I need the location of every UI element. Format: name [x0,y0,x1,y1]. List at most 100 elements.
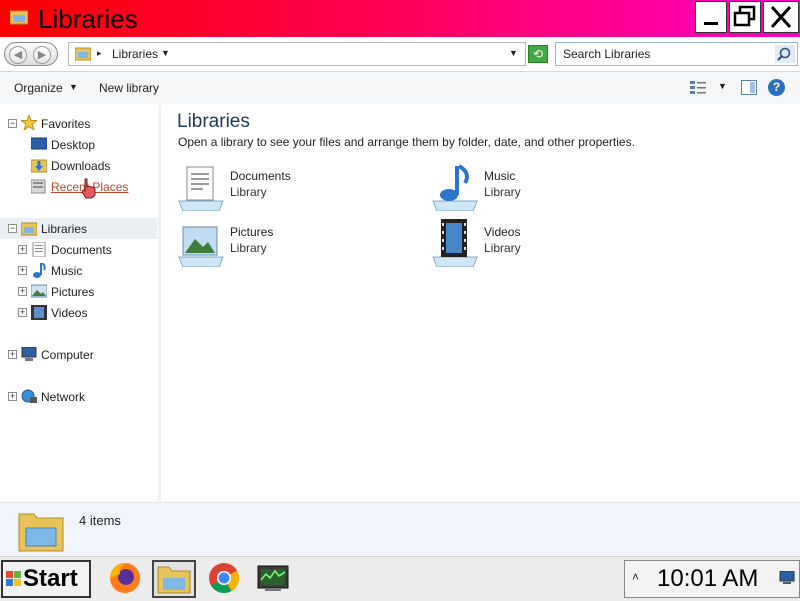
library-name: Pictures [230,225,274,239]
nav-network[interactable]: Network [41,390,85,404]
file-explorer-icon [157,566,191,594]
command-bar: Organize ▼ New library ▼ ? [0,72,800,104]
start-label: Start [23,565,78,592]
nav-item-pictures[interactable]: Pictures [51,285,94,299]
pictures-icon [31,284,47,298]
taskbar-task-manager[interactable] [253,560,297,598]
desktop-icon [31,137,47,150]
taskbar-firefox[interactable] [104,560,148,598]
breadcrumb-chevron-down-icon[interactable]: ▼ [161,48,170,58]
nav-item-documents[interactable]: Documents [51,243,112,257]
taskbar: Start ˄ 10:01 AM [0,556,800,601]
expand-network-toggle[interactable]: + [8,392,17,401]
pictures-library-icon [178,226,224,267]
library-name: Videos [484,225,521,239]
nav-item-desktop[interactable]: Desktop [51,138,95,152]
window-title: Libraries [38,4,138,34]
chrome-icon [209,563,240,594]
details-pane: 4 items [0,502,800,557]
expand-music-toggle[interactable]: + [18,266,27,275]
library-type: Library [230,185,267,199]
restore-button[interactable] [729,1,761,33]
search-input[interactable]: Search Libraries [555,42,798,66]
recent-places-icon [31,179,46,194]
system-tray: ˄ 10:01 AM [624,560,800,598]
back-button[interactable]: ◀ [9,46,27,64]
nav-item-music[interactable]: Music [51,264,82,278]
close-button[interactable] [763,1,799,33]
library-type: Library [230,241,267,255]
music-library-icon [432,164,478,211]
clock[interactable]: 10:01 AM [657,565,758,593]
library-tile-music[interactable]: Music Library [431,163,671,213]
search-icon[interactable] [775,45,795,63]
refresh-icon: ⟲ [532,47,544,61]
navigation-pane: − Favorites Desktop Downloads Recent Pla… [0,105,161,501]
library-name: Music [484,169,516,183]
expand-documents-toggle[interactable]: + [18,245,27,254]
address-history-chevron-down-icon[interactable]: ▼ [509,48,518,58]
breadcrumb-libraries[interactable]: Libraries [112,47,158,61]
library-name: Documents [230,169,291,183]
nav-computer[interactable]: Computer [41,348,94,362]
restore-icon [733,5,756,27]
navigation-buttons: ◀ ▶ [4,42,58,66]
network-status-icon[interactable] [778,571,796,585]
network-icon [21,389,37,403]
hand-pointer-cursor-icon [81,178,96,199]
address-bar-row: ◀ ▶ ▸ Libraries ▼ ▼ ⟲ Search Libraries [0,37,800,72]
organize-button[interactable]: Organize [14,81,63,95]
windows-logo-icon [6,571,21,586]
taskbar-file-explorer[interactable] [152,560,196,598]
view-options-chevron-down-icon[interactable]: ▼ [718,81,727,91]
help-icon[interactable]: ? [768,79,785,96]
library-type: Library [484,185,521,199]
documents-icon [32,242,46,257]
library-tile-videos[interactable]: Videos Library [431,219,671,269]
task-manager-icon [257,565,289,591]
new-library-button[interactable]: New library [99,81,159,95]
title-bar: Libraries [0,0,800,37]
item-count: 4 items [79,513,121,528]
libraries-folder-icon [21,222,37,236]
libraries-folder-icon [75,47,91,61]
search-placeholder: Search Libraries [563,47,651,61]
computer-icon [21,347,37,361]
close-icon [770,5,792,29]
expand-videos-toggle[interactable]: + [18,308,27,317]
organize-chevron-down-icon[interactable]: ▼ [69,82,78,92]
library-tile-pictures[interactable]: Pictures Library [177,219,417,269]
music-icon [33,263,46,278]
documents-library-icon [178,166,224,211]
nav-favorites[interactable]: Favorites [41,117,90,131]
library-type: Library [484,241,521,255]
change-view-icon[interactable] [690,81,706,95]
videos-library-icon [432,219,478,267]
content-pane: Libraries Open a library to see your fil… [162,105,800,501]
libraries-folder-icon [18,513,64,552]
refresh-button[interactable]: ⟲ [528,45,548,63]
downloads-icon [31,159,47,173]
address-box[interactable]: ▸ Libraries ▼ ▼ [68,42,526,66]
preview-pane-icon[interactable] [741,80,757,95]
nav-item-videos[interactable]: Videos [51,306,87,320]
expand-computer-toggle[interactable]: + [8,350,17,359]
collapse-libraries-toggle[interactable]: − [8,224,17,233]
taskbar-chrome[interactable] [203,560,247,598]
libraries-folder-icon [10,10,28,25]
page-description: Open a library to see your files and arr… [178,135,635,149]
nav-item-downloads[interactable]: Downloads [51,159,110,173]
minimize-icon [704,22,718,25]
videos-icon [31,305,47,320]
start-button[interactable]: Start [1,560,91,598]
favorites-star-icon [21,115,37,130]
show-hidden-icons-icon[interactable]: ˄ [632,570,639,584]
library-tile-documents[interactable]: Documents Library [177,163,417,213]
firefox-icon [110,563,140,593]
minimize-button[interactable] [695,1,727,33]
nav-libraries[interactable]: Libraries [41,222,87,236]
breadcrumb-separator-icon[interactable]: ▸ [97,48,102,59]
expand-pictures-toggle[interactable]: + [18,287,27,296]
forward-button[interactable]: ▶ [33,46,51,64]
collapse-favorites-toggle[interactable]: − [8,119,17,128]
